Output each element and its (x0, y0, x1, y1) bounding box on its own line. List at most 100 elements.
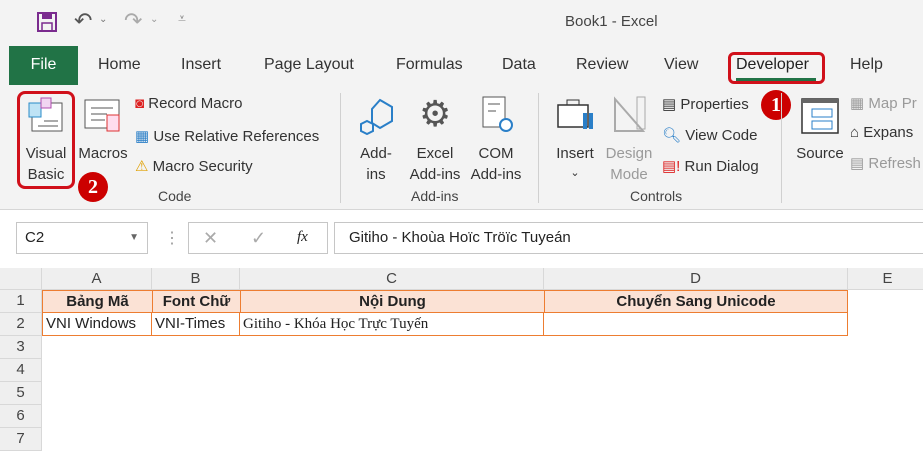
run-dialog-icon: ▤! (662, 158, 681, 175)
header-cell[interactable]: Bảng Mã (42, 290, 153, 313)
tab-page-layout[interactable]: Page Layout (264, 56, 354, 74)
step-badge-1: 1 (761, 90, 791, 120)
design-mode-button[interactable]: Design Mode (603, 93, 655, 188)
redo-dropdown-icon[interactable]: ⌄ (150, 14, 158, 25)
record-macro-icon: ◙ (135, 95, 145, 112)
record-macro-label: Record Macro (148, 95, 243, 112)
addins-label: Add-ins (352, 143, 400, 185)
source-button[interactable]: Source (792, 93, 848, 188)
column-header-a[interactable]: A (42, 268, 152, 290)
source-label: Source (796, 145, 844, 162)
header-cell[interactable]: Font Chữ (152, 290, 241, 313)
group-label-addins: Add-ins (411, 188, 459, 204)
properties-icon: ▤ (662, 96, 677, 113)
tab-review[interactable]: Review (576, 56, 628, 74)
enter-check-icon[interactable]: ✓ (251, 228, 266, 249)
use-relative-references-button[interactable]: ▦ Use Relative References (135, 127, 319, 145)
header-cell[interactable]: Chuyển Sang Unicode (544, 290, 848, 313)
formula-input[interactable]: Gitiho - Khoùa Hoïc Tröïc Tuyeán (334, 222, 923, 254)
active-tab-underline (736, 78, 816, 81)
xml-source-icon (801, 98, 839, 134)
row-header[interactable]: 6 (0, 405, 42, 428)
row-header[interactable]: 1 (0, 290, 42, 313)
row-header[interactable]: 3 (0, 336, 42, 359)
save-icon[interactable] (36, 11, 58, 33)
excel-addins-button[interactable]: ⚙ Excel Add-ins (405, 93, 465, 188)
expansion-packs-button[interactable]: ⌂ Expans (850, 124, 913, 141)
window-title: Book1 - Excel (565, 13, 658, 30)
formula-buttons: ✕ ✓ fx (188, 222, 328, 254)
macros-label: Macros (78, 145, 128, 162)
name-box[interactable]: C2 ▼ (16, 222, 148, 254)
tab-home[interactable]: Home (98, 56, 141, 74)
customize-qat-icon[interactable]: ⩡ (178, 10, 186, 27)
undo-icon[interactable]: ↶ (74, 8, 92, 34)
tab-formulas[interactable]: Formulas (396, 56, 463, 74)
row-header[interactable]: 2 (0, 313, 42, 336)
view-code-button[interactable]: 🔍︎ View Code (662, 126, 758, 144)
macro-security-label: Macro Security (152, 158, 253, 175)
visual-basic-label: Visual Basic (20, 143, 72, 185)
group-label-code: Code (158, 188, 192, 204)
undo-dropdown-icon[interactable]: ⌄ (99, 14, 107, 25)
com-addins-label: COM Add-ins (466, 143, 526, 185)
cancel-icon[interactable]: ✕ (203, 228, 218, 249)
addins-label-line1: Add- (360, 145, 392, 162)
com-addins-button[interactable]: COM Add-ins (466, 93, 526, 188)
row-header[interactable]: 7 (0, 428, 42, 451)
design-mode-label: Design Mode (603, 143, 655, 185)
header-cell[interactable]: Nội Dung (240, 290, 545, 313)
row-header[interactable]: 4 (0, 359, 42, 382)
formula-bar: C2 ▼ ⋮ ✕ ✓ fx Gitiho - Khoùa Hoïc Tröïc T… (0, 222, 923, 256)
addins-button[interactable]: Add-ins (352, 93, 400, 188)
group-separator (538, 93, 539, 203)
com-addins-icon (482, 96, 513, 132)
data-cell[interactable]: VNI-Times (152, 313, 240, 336)
column-header-d[interactable]: D (544, 268, 848, 290)
insert-controls-button[interactable]: Insert ⌄ (550, 93, 600, 188)
tab-insert[interactable]: Insert (181, 56, 221, 74)
ribbon: Visual Basic Macros ◙ Record Macro ▦ Use … (0, 85, 923, 210)
macro-security-button[interactable]: ⚠ Macro Security (135, 157, 253, 175)
insert-function-icon[interactable]: fx (297, 229, 308, 246)
addins-hexagon-icon (360, 98, 393, 135)
column-header-e[interactable]: E (848, 268, 923, 290)
com-addins-label-line1: COM (478, 145, 514, 162)
design-mode-icon (614, 96, 646, 132)
tab-help[interactable]: Help (850, 56, 883, 74)
more-options-icon[interactable]: ⋮ (164, 228, 180, 248)
expansion-packs-icon: ⌂ (850, 124, 860, 141)
expansion-packs-label: Expans (863, 124, 914, 141)
map-properties-button[interactable]: ▦ Map Pr (850, 94, 917, 112)
select-all-corner[interactable] (0, 268, 42, 290)
visual-basic-button[interactable]: Visual Basic (20, 93, 72, 185)
visual-basic-label-line2: Basic (27, 166, 65, 183)
title-bar: ↶ ⌄ ↷ ⌄ ⩡ Book1 - Excel (0, 0, 923, 45)
column-header-b[interactable]: B (152, 268, 240, 290)
tab-view[interactable]: View (664, 56, 698, 74)
data-cell[interactable]: VNI Windows (42, 313, 152, 336)
row-header[interactable]: 5 (0, 382, 42, 405)
visual-basic-icon (28, 97, 63, 132)
column-header-c[interactable]: C (240, 268, 544, 290)
chevron-down-icon[interactable]: ▼ (129, 223, 139, 253)
tab-developer[interactable]: Developer (736, 56, 809, 74)
spreadsheet-grid: A B C D E 1 2 3 4 5 6 7 Bảng Mã Font Chữ… (0, 268, 923, 460)
redo-icon[interactable]: ↷ (124, 8, 142, 34)
refresh-data-button[interactable]: ▤ Refresh (850, 154, 921, 172)
com-addins-label-line2: Add-ins (470, 166, 522, 183)
excel-addins-label-line1: Excel (416, 145, 454, 162)
properties-button[interactable]: ▤ Properties (662, 95, 749, 113)
run-dialog-button[interactable]: ▤! Run Dialog (662, 157, 759, 175)
record-macro-button[interactable]: ◙ Record Macro (135, 95, 242, 112)
data-cell[interactable] (544, 313, 848, 336)
macros-icon (84, 99, 120, 132)
macros-button[interactable]: Macros (77, 93, 129, 163)
data-cell-selected[interactable]: Gitiho - Khóa Học Trực Tuyến (240, 313, 544, 336)
ribbon-tabs: File Home Insert Page Layout Formulas Da… (0, 45, 923, 85)
properties-label: Properties (680, 96, 749, 113)
excel-addins-label: Excel Add-ins (405, 143, 465, 185)
tab-file[interactable]: File (9, 46, 78, 85)
refresh-data-icon: ▤ (850, 155, 865, 172)
tab-data[interactable]: Data (502, 56, 536, 74)
